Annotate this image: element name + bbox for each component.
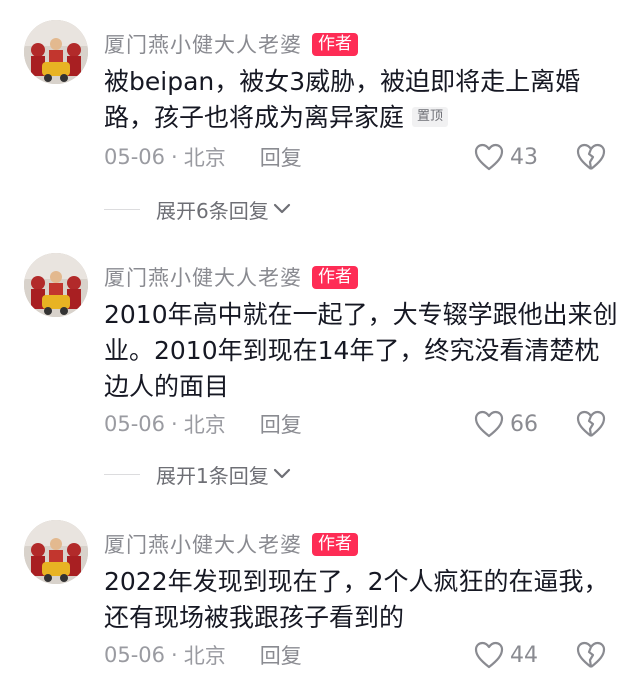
comment-date: 05-06 [104,412,166,436]
comment-date: 05-06 [104,145,166,169]
broken-heart-icon [576,641,606,668]
heart-icon [474,410,504,438]
avatar[interactable] [24,20,88,84]
like-count: 44 [510,642,538,668]
comment-location: 北京 [183,644,226,668]
username-row: 厦门燕小健大人老婆 作者 [104,261,358,293]
comment-text: 被beipan，被女3威胁，被迫即将走上离婚路，孩子也将成为离异家庭 置顶 [104,64,624,136]
comment-text: 2010年高中就在一起了，大专辍学跟他出来创业。2010年到现在14年了，终究没… [104,297,624,405]
comment-body: 2010年高中就在一起了，大专辍学跟他出来创业。2010年到现在14年了，终究没… [104,300,618,401]
divider [104,208,140,210]
expand-replies[interactable]: 展开6条回复 [104,195,291,223]
like-count: 43 [510,144,538,170]
broken-heart-icon [576,410,606,437]
divider [104,473,140,475]
username[interactable]: 厦门燕小健大人老婆 [104,29,302,59]
like-button[interactable]: 43 [474,141,538,173]
comment-body: 被beipan，被女3威胁，被迫即将走上离婚路，孩子也将成为离异家庭 [104,67,581,132]
like-count: 66 [510,411,538,437]
pinned-badge: 置顶 [412,107,449,127]
comment-date: 05-06 [104,643,166,667]
avatar[interactable] [24,253,88,317]
username-row: 厦门燕小健大人老婆 作者 [104,528,358,560]
dislike-button[interactable] [576,141,606,173]
avatar[interactable] [24,520,88,584]
author-badge: 作者 [312,532,358,556]
like-button[interactable]: 44 [474,639,538,671]
heart-icon [474,641,504,669]
comment-meta: 05-06 · 北京 回复 [104,639,302,671]
like-button[interactable]: 66 [474,408,538,440]
author-badge: 作者 [312,265,358,289]
comment-body: 2022年发现到现在了，2个人疯狂的在逼我，还有现场被我跟孩子看到的 [104,567,609,632]
author-badge: 作者 [312,32,358,56]
expand-replies-label: 展开6条回复 [156,198,269,223]
meta-separator: · [171,643,178,667]
comment-text: 2022年发现到现在了，2个人疯狂的在逼我，还有现场被我跟孩子看到的 [104,564,624,636]
comment-location: 北京 [183,413,226,437]
reply-button[interactable]: 回复 [260,640,302,670]
broken-heart-icon [576,143,606,170]
comment-meta: 05-06 · 北京 回复 [104,141,302,173]
reply-button[interactable]: 回复 [260,142,302,172]
expand-replies-label: 展开1条回复 [156,463,269,488]
dislike-button[interactable] [576,408,606,440]
username[interactable]: 厦门燕小健大人老婆 [104,262,302,292]
reply-button[interactable]: 回复 [260,409,302,439]
username[interactable]: 厦门燕小健大人老婆 [104,529,302,559]
heart-icon [474,143,504,171]
expand-replies[interactable]: 展开1条回复 [104,460,291,488]
chevron-down-icon [273,468,290,479]
meta-separator: · [171,145,178,169]
chevron-down-icon [273,203,290,214]
comment-location: 北京 [183,146,226,170]
comment-meta: 05-06 · 北京 回复 [104,408,302,440]
dislike-button[interactable] [576,639,606,671]
username-row: 厦门燕小健大人老婆 作者 [104,28,358,60]
meta-separator: · [171,412,178,436]
